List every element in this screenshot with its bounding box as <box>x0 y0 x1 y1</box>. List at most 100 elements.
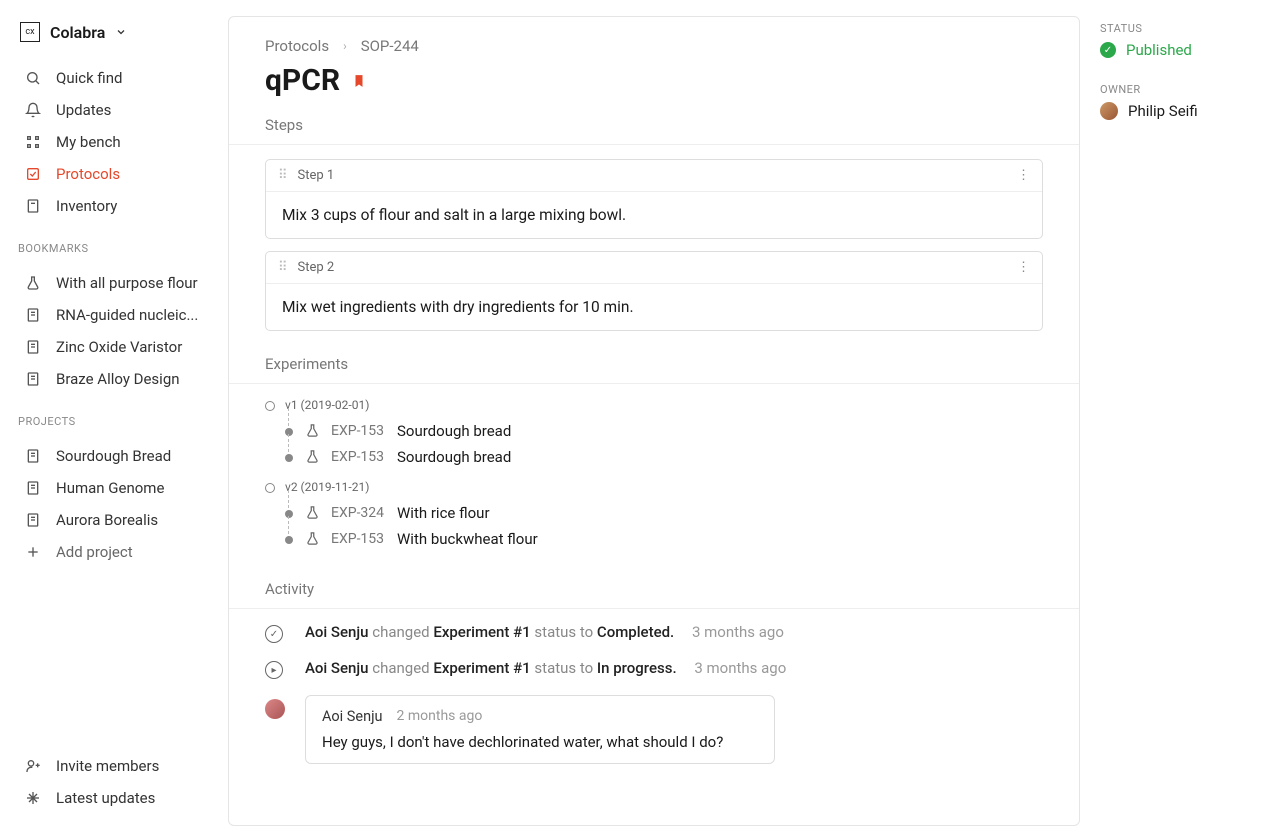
check-circle-icon: ✓ <box>265 625 283 643</box>
drag-handle-icon[interactable]: ⠿ <box>278 168 288 183</box>
experiment-row[interactable]: EXP-153 Sourdough bread <box>285 444 1043 470</box>
latest-updates-button[interactable]: Latest updates <box>0 782 228 814</box>
experiment-id: EXP-153 <box>331 423 387 439</box>
dot-icon <box>285 428 293 436</box>
document-icon <box>24 338 42 356</box>
sidebar: cx Colabra Quick find Updates My bench P… <box>0 0 228 826</box>
comment-body: Hey guys, I don't have dechlorinated wat… <box>322 733 758 751</box>
document-icon <box>24 511 42 529</box>
status-label: Status <box>1100 22 1260 35</box>
project-item[interactable]: Human Genome <box>0 472 228 504</box>
step-menu-button[interactable]: ⋮ <box>1017 260 1030 275</box>
experiment-name: Sourdough bread <box>397 422 511 440</box>
step-menu-button[interactable]: ⋮ <box>1017 168 1030 183</box>
nav-my-bench[interactable]: My bench <box>0 126 228 158</box>
experiment-name: With rice flour <box>397 504 490 522</box>
breadcrumb-id: SOP-244 <box>361 37 419 55</box>
bookmark-label: Zinc Oxide Varistor <box>56 338 182 356</box>
invite-label: Invite members <box>56 757 159 775</box>
breadcrumb: Protocols › SOP-244 <box>229 37 1079 63</box>
avatar <box>1100 102 1118 120</box>
check-icon: ✓ <box>1100 42 1116 58</box>
comment-card: Aoi Senju 2 months ago Hey guys, I don't… <box>305 695 775 764</box>
experiment-id: EXP-324 <box>331 505 387 521</box>
version-block: v1 (2019-02-01) EXP-153 Sourdough bread … <box>265 398 1043 470</box>
status-value: Published <box>1126 41 1192 59</box>
flask-icon <box>305 505 321 521</box>
drag-handle-icon[interactable]: ⠿ <box>278 260 288 275</box>
comment-author: Aoi Senju <box>322 708 383 725</box>
bookmark-label: RNA-guided nucleic... <box>56 306 198 324</box>
experiment-id: EXP-153 <box>331 449 387 465</box>
experiment-name: With buckwheat flour <box>397 530 538 548</box>
step-card: ⠿ Step 2 ⋮ Mix wet ingredients with dry … <box>265 251 1043 331</box>
comment-time: 2 months ago <box>397 708 483 725</box>
invite-members-button[interactable]: Invite members <box>0 750 228 782</box>
avatar <box>265 699 285 719</box>
project-item[interactable]: Aurora Borealis <box>0 504 228 536</box>
status-row[interactable]: ✓ Published <box>1100 41 1260 59</box>
chevron-down-icon <box>115 26 127 38</box>
version-marker-icon <box>265 401 275 411</box>
document-icon <box>24 370 42 388</box>
activity-list: ✓ Aoi Senju changed Experiment #1 status… <box>229 609 1079 764</box>
play-circle-icon: ▸ <box>265 661 283 679</box>
version-label: v2 (2019-11-21) <box>285 480 1043 494</box>
flask-icon <box>24 274 42 292</box>
nav-quick-find[interactable]: Quick find <box>0 62 228 94</box>
comment-row: Aoi Senju 2 months ago Hey guys, I don't… <box>265 695 1043 764</box>
dot-icon <box>285 454 293 462</box>
dot-icon <box>285 536 293 544</box>
flask-icon <box>305 531 321 547</box>
latest-label: Latest updates <box>56 789 155 807</box>
activity-time: 3 months ago <box>694 659 786 677</box>
steps-label: Steps <box>229 116 1079 144</box>
experiment-row[interactable]: EXP-324 With rice flour <box>285 500 1043 526</box>
experiment-name: Sourdough bread <box>397 448 511 466</box>
owner-label: Owner <box>1100 83 1260 96</box>
activity-row: ✓ Aoi Senju changed Experiment #1 status… <box>265 623 1043 643</box>
primary-nav: Quick find Updates My bench Protocols In… <box>0 62 228 222</box>
bell-icon <box>24 101 42 119</box>
search-icon <box>24 69 42 87</box>
nav-updates[interactable]: Updates <box>0 94 228 126</box>
experiment-row[interactable]: EXP-153 Sourdough bread <box>285 418 1043 444</box>
step-body[interactable]: Mix 3 cups of flour and salt in a large … <box>266 192 1042 238</box>
owner-name: Philip Seifi <box>1128 102 1198 120</box>
nav-inventory[interactable]: Inventory <box>0 190 228 222</box>
nav-protocols[interactable]: Protocols <box>0 158 228 190</box>
checklist-icon <box>24 165 42 183</box>
workspace-logo: cx <box>20 22 40 42</box>
project-label: Aurora Borealis <box>56 511 158 529</box>
breadcrumb-root[interactable]: Protocols <box>265 37 329 55</box>
projects-list: Sourdough Bread Human Genome Aurora Bore… <box>0 440 228 568</box>
project-item[interactable]: Sourdough Bread <box>0 440 228 472</box>
activity-text: Aoi Senju changed Experiment #1 status t… <box>305 623 784 641</box>
experiment-row[interactable]: EXP-153 With buckwheat flour <box>285 526 1043 552</box>
section-projects-header: Projects <box>0 395 228 434</box>
bookmark-item[interactable]: Zinc Oxide Varistor <box>0 331 228 363</box>
bookmark-icon[interactable] <box>352 72 366 90</box>
nav-label: Quick find <box>56 69 122 87</box>
nav-label: Protocols <box>56 165 120 183</box>
activity-time: 3 months ago <box>692 623 784 641</box>
inventory-icon <box>24 197 42 215</box>
add-project-label: Add project <box>56 543 133 561</box>
flask-icon <box>305 449 321 465</box>
page-title: qPCR <box>265 63 340 98</box>
activity-label: Activity <box>229 566 1079 608</box>
bookmark-item[interactable]: RNA-guided nucleic... <box>0 299 228 331</box>
activity-text: Aoi Senju changed Experiment #1 status t… <box>305 659 786 677</box>
document-icon <box>24 479 42 497</box>
section-bookmarks-header: Bookmarks <box>0 222 228 261</box>
bookmark-item[interactable]: With all purpose flour <box>0 267 228 299</box>
bench-icon <box>24 133 42 151</box>
bookmark-label: With all purpose flour <box>56 274 198 292</box>
step-header-label: Step 1 <box>298 168 335 183</box>
chevron-right-icon: › <box>343 39 347 53</box>
add-project-button[interactable]: Add project <box>0 536 228 568</box>
bookmark-item[interactable]: Braze Alloy Design <box>0 363 228 395</box>
owner-row[interactable]: Philip Seifi <box>1100 102 1260 120</box>
step-body[interactable]: Mix wet ingredients with dry ingredients… <box>266 284 1042 330</box>
workspace-switcher[interactable]: cx Colabra <box>0 18 228 56</box>
